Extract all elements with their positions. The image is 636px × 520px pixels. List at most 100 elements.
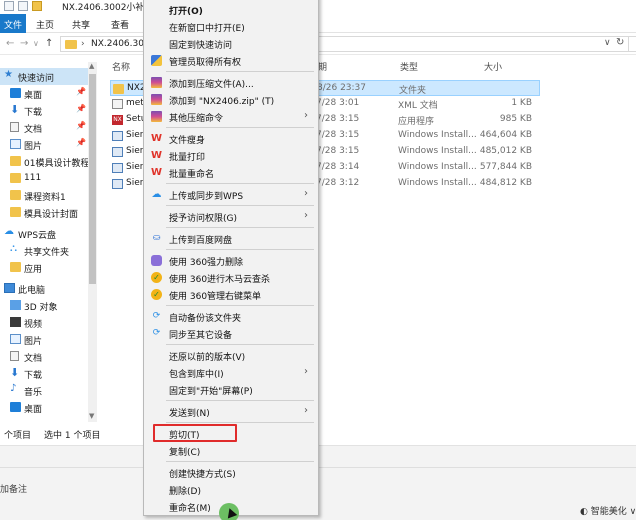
menu-item-label: 文件瘦身: [169, 136, 206, 146]
address-dropdown-icon[interactable]: ∨: [604, 38, 611, 48]
sidebar-item[interactable]: ⬇ 下载 📌: [0, 102, 88, 119]
search-input[interactable]: [628, 36, 636, 52]
menu-item[interactable]: ⛀ 上传到百度网盘: [144, 230, 318, 246]
menu-item[interactable]: W 批量重命名: [144, 164, 318, 180]
menu-item[interactable]: ⟳ 自动备份该文件夹: [144, 308, 318, 324]
menu-item[interactable]: 其他压缩命令 ›: [144, 108, 318, 124]
item-count: 个项目: [4, 431, 32, 441]
download-icon: ⬇: [10, 366, 20, 379]
sidebar-item[interactable]: 此电脑: [0, 280, 88, 297]
sidebar-item[interactable]: ★ 快速访问: [0, 68, 88, 85]
sidebar-item[interactable]: 图片 📌: [0, 136, 88, 153]
menu-item[interactable]: W 批量打印: [144, 147, 318, 163]
address-path: NX.2406.300: [91, 39, 150, 49]
menu-item-label: 包含到库中(I): [169, 370, 224, 380]
sidebar-item[interactable]: 图片: [0, 331, 88, 348]
menu-item[interactable]: 发送到(N) ›: [144, 403, 318, 419]
sidebar-item[interactable]: 文档 📌: [0, 119, 88, 136]
menu-item[interactable]: 还原以前的版本(V): [144, 347, 318, 363]
sidebar-item[interactable]: 模具设计封面: [0, 204, 88, 221]
menu-item[interactable]: 添加到压缩文件(A)...: [144, 74, 318, 90]
menu-item[interactable]: ✓ 使用 360进行木马云查杀: [144, 269, 318, 285]
quick-access-toolbar-icon[interactable]: [4, 1, 14, 11]
column-header-size[interactable]: 大小: [484, 60, 502, 73]
menu-item[interactable]: 授予访问权限(G) ›: [144, 208, 318, 224]
menu-separator: [166, 227, 314, 228]
submenu-chevron-icon: ›: [304, 405, 308, 416]
sidebar-item-label: WPS云盘: [18, 231, 57, 241]
menu-item[interactable]: 固定到快速访问: [144, 35, 318, 51]
file-size: 1 KB: [511, 98, 532, 108]
sidebar-item[interactable]: 应用: [0, 259, 88, 276]
sidebar-item[interactable]: 01模具设计教程: [0, 153, 89, 170]
menu-item[interactable]: ✓ 使用 360管理右键菜单: [144, 286, 318, 302]
menu-item[interactable]: W 文件瘦身: [144, 130, 318, 146]
recent-chevron-icon[interactable]: ∨: [33, 39, 39, 48]
file-type: Windows Install...: [398, 130, 477, 140]
video-icon: [10, 317, 21, 327]
tab-home[interactable]: 主页: [36, 18, 54, 31]
cloud-icon: ☁: [4, 226, 14, 237]
smart-beautify-button[interactable]: ◐ 智能美化 ∨: [580, 504, 636, 517]
sidebar-item[interactable]: 视频: [0, 314, 88, 331]
up-arrow-icon[interactable]: ↑: [45, 38, 53, 49]
menu-item[interactable]: 创建快捷方式(S): [144, 464, 318, 480]
menu-item-label: 批量打印: [169, 153, 206, 163]
menu-item[interactable]: 添加到 "NX2406.zip" (T): [144, 91, 318, 107]
sidebar-item[interactable]: 文档: [0, 348, 88, 365]
refresh-icon[interactable]: ↻: [616, 37, 624, 48]
menu-item[interactable]: 使用 360强力删除: [144, 252, 318, 268]
column-header-name[interactable]: 名称: [112, 60, 130, 73]
scroll-down-icon[interactable]: ▼: [89, 412, 94, 420]
menu-item[interactable]: ⟳ 同步至其它设备: [144, 325, 318, 341]
column-header-type[interactable]: 类型: [400, 60, 418, 73]
tab-file[interactable]: 文件: [0, 14, 26, 33]
tab-view[interactable]: 查看: [111, 18, 129, 31]
add-note-label[interactable]: 加备注: [0, 482, 27, 495]
sidebar-item[interactable]: 111: [0, 170, 88, 187]
sidebar-item-label: 图片: [24, 337, 43, 347]
menu-item-label: 重命名(M): [169, 504, 211, 514]
scroll-thumb[interactable]: [89, 74, 96, 284]
360-icon: ✓: [151, 272, 162, 283]
sidebar-item[interactable]: ♪ 音乐: [0, 382, 88, 399]
properties-quick-icon[interactable]: [18, 1, 28, 11]
sidebar-item[interactable]: 桌面 📌: [0, 85, 88, 102]
sidebar-item[interactable]: 课程资料1: [0, 187, 88, 204]
computer-icon: [4, 283, 15, 293]
sidebar-item[interactable]: ☁ WPS云盘: [0, 225, 88, 242]
menu-separator: [166, 461, 314, 462]
menu-item[interactable]: 在新窗口中打开(E): [144, 18, 318, 34]
file-date: 7/28 3:15: [316, 146, 360, 156]
sync-icon: ⟳: [152, 328, 161, 338]
sidebar-item[interactable]: 桌面: [0, 399, 88, 416]
menu-item[interactable]: 删除(D): [144, 481, 318, 497]
file-type: 文件夹: [399, 86, 427, 96]
new-folder-quick-icon[interactable]: [32, 1, 42, 11]
menu-item-label: 使用 360进行木马云查杀: [169, 275, 271, 285]
sidebar-item-label: 下载: [24, 108, 43, 118]
winrar-icon: [151, 94, 162, 105]
address-bar[interactable]: › NX.2406.300: [60, 36, 150, 52]
menu-item[interactable]: 包含到库中(I) ›: [144, 364, 318, 380]
menu-item-label: 还原以前的版本(V): [169, 353, 246, 363]
sidebar-item[interactable]: ⬇ 下载: [0, 365, 88, 382]
back-arrow-icon[interactable]: ←: [6, 38, 14, 49]
menu-item[interactable]: 管理员取得所有权: [144, 52, 318, 68]
selected-count: 选中 1 个项目: [44, 431, 101, 441]
sidebar-item[interactable]: ⛬ 共享文件夹: [0, 242, 88, 259]
forward-arrow-icon[interactable]: →: [20, 38, 28, 49]
menu-item[interactable]: 打开(O): [144, 1, 318, 17]
tab-share[interactable]: 共享: [72, 18, 90, 31]
folder-icon: [65, 40, 77, 49]
sidebar-item-label: 共享文件夹: [24, 248, 70, 258]
menu-item[interactable]: 固定到"开始"屏幕(P): [144, 381, 318, 397]
sidebar-item[interactable]: 3D 对象: [0, 297, 88, 314]
scroll-up-icon[interactable]: ▲: [89, 62, 94, 70]
sidebar-item-label: 文档: [24, 354, 43, 364]
menu-item[interactable]: ☁ 上传或同步到WPS ›: [144, 186, 318, 202]
column-header-date[interactable]: 期: [318, 60, 327, 73]
navigation-scrollbar[interactable]: ▲ ▼: [88, 62, 97, 422]
menu-item[interactable]: 复制(C): [144, 442, 318, 458]
address-bar-right[interactable]: ∨ ↻: [318, 36, 636, 52]
